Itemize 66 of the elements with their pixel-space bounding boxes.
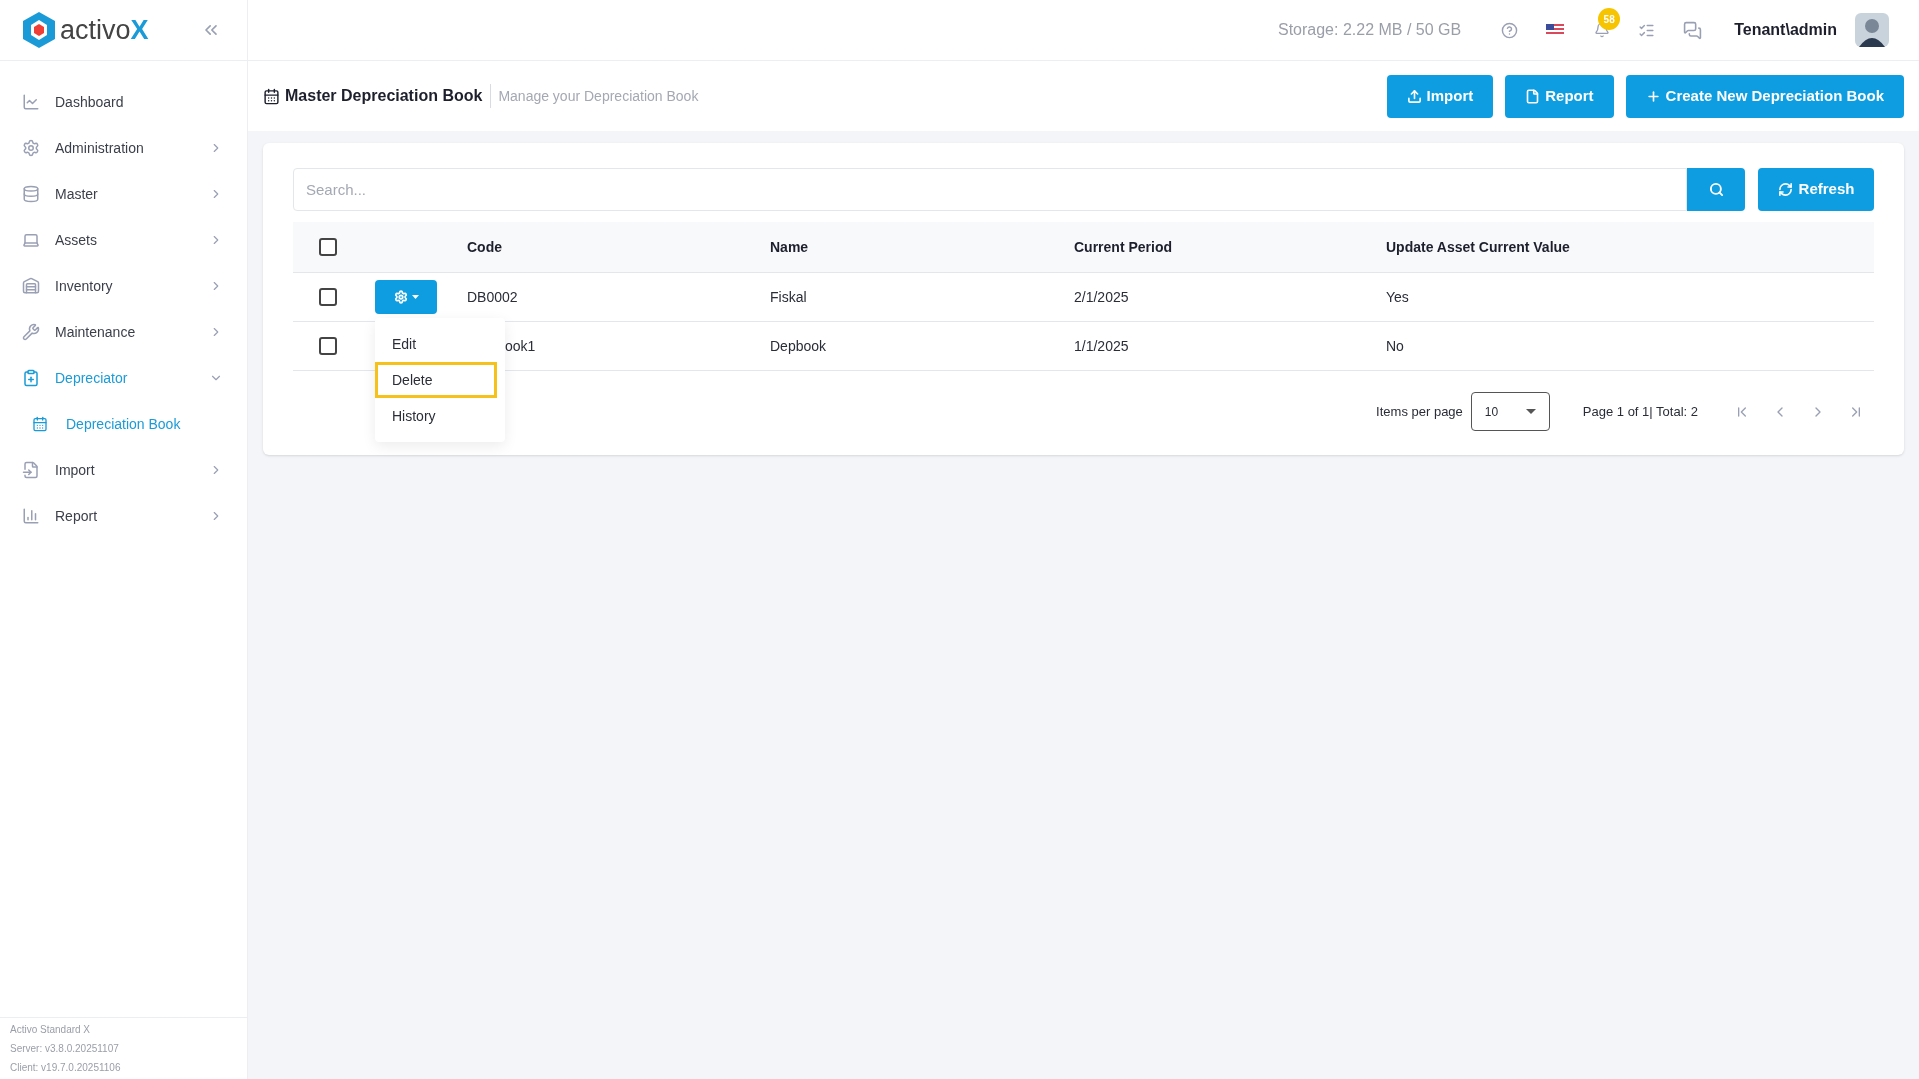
menu-item[interactable]: History [375, 398, 497, 434]
sidebar-item[interactable]: Assets [0, 217, 247, 263]
page-title: Master Depreciation Book [285, 84, 492, 108]
version-text: Client: v19.7.0.20251106 [10, 1061, 122, 1075]
sidebar-item[interactable]: Administration [0, 125, 247, 171]
upload-icon [1406, 88, 1422, 104]
table-cell-text: 1/1/2025 [1074, 336, 1130, 356]
menu-item[interactable]: Edit [375, 326, 497, 362]
bell-icon[interactable] [1594, 22, 1611, 38]
database-icon [22, 185, 40, 203]
storage-text: Storage: 2.22 MB / 50 GB [1277, 20, 1462, 40]
checkbox[interactable] [319, 337, 337, 355]
file-import-icon [22, 461, 40, 479]
table-cell-text: Depbook [770, 336, 828, 356]
bar-chart-icon [22, 507, 40, 525]
sidebar-item[interactable]: Inventory [0, 263, 247, 309]
table-cell-text: Fiskal [770, 287, 808, 307]
column-header: Update Asset Current Value [1386, 237, 1571, 257]
version-text: Server: v3.8.0.20251107 [10, 1042, 120, 1056]
refresh-icon [1777, 182, 1793, 197]
table-cell-text: DB0002 [467, 287, 519, 307]
page-size-select[interactable]: 10 [1470, 392, 1550, 431]
gear-icon [393, 290, 408, 304]
search-field[interactable]: Search... [293, 168, 1687, 211]
tools-icon [22, 323, 40, 341]
sidebar-item[interactable]: Dashboard [0, 79, 247, 125]
logo-icon [22, 11, 56, 49]
table-cell-text: No [1386, 336, 1405, 356]
checkbox[interactable] [319, 288, 337, 306]
plus-icon [1645, 88, 1661, 104]
calendar-icon [32, 416, 48, 432]
items-per-page-label: Items per page [1376, 402, 1463, 421]
page-info: Page 1 of 1| Total: 2 [1582, 402, 1698, 421]
version-text: Activo Standard X [10, 1023, 92, 1037]
chat-icon[interactable] [1683, 20, 1703, 40]
clipboard-icon [22, 369, 40, 387]
avatar[interactable] [1855, 13, 1889, 47]
gears-icon [22, 139, 40, 157]
search-icon [1708, 182, 1724, 197]
table-cell-text: ook1 [504, 336, 537, 356]
calendar-icon [263, 87, 280, 105]
actions-button[interactable] [375, 280, 437, 314]
chart-icon [22, 93, 40, 111]
search-button[interactable] [1687, 168, 1745, 211]
table-cell-text: 2/1/2025 [1074, 287, 1130, 307]
column-header: Current Period [1074, 237, 1173, 257]
column-header: Name [770, 237, 810, 257]
caret-icon [1525, 409, 1536, 414]
warehouse-icon [22, 277, 40, 295]
caret-icon [411, 295, 419, 299]
sidebar-item[interactable]: Import [0, 447, 247, 493]
laptop-icon [22, 231, 40, 249]
checkbox[interactable] [319, 238, 337, 256]
page-subtitle: Manage your Depreciation Book [498, 86, 699, 106]
sidebar-item[interactable]: Maintenance [0, 309, 247, 355]
user-name[interactable]: Tenant\admin [1734, 18, 1837, 42]
file-icon [1525, 88, 1541, 104]
help-icon[interactable] [1501, 21, 1519, 39]
logo-text: activoX [60, 16, 149, 44]
table-cell-text: Yes [1386, 287, 1410, 307]
sidebar-item[interactable]: Master [0, 171, 247, 217]
sidebar-item[interactable]: Report [0, 493, 247, 539]
column-header: Code [467, 237, 503, 257]
flag-icon[interactable] [1546, 24, 1565, 36]
menu-item[interactable]: Delete [375, 362, 497, 398]
notification-badge: 58 [1598, 8, 1621, 30]
